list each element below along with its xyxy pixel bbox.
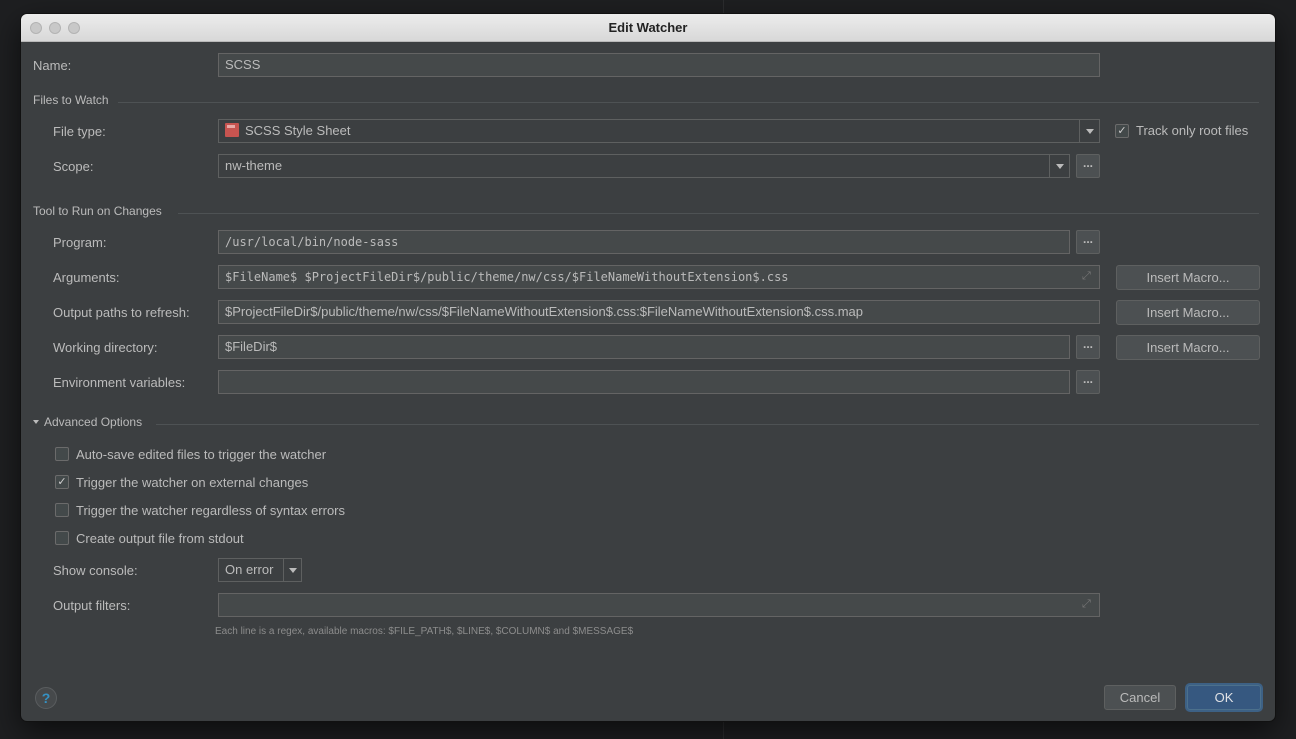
output-paths-insert-macro-button[interactable]: Insert Macro...	[1116, 300, 1260, 325]
file-type-label: File type:	[53, 124, 106, 139]
trigger-syntax-errors-checkbox[interactable]	[55, 503, 69, 517]
scope-select[interactable]: nw-theme	[218, 154, 1070, 178]
files-to-watch-section: Files to Watch	[33, 93, 109, 107]
chevron-down-icon	[1055, 163, 1064, 169]
advanced-separator	[156, 424, 1259, 425]
chevron-down-icon[interactable]	[33, 420, 39, 424]
edit-watcher-dialog: Edit Watcher Name: SCSS Files to Watch F…	[21, 14, 1275, 721]
env-vars-input[interactable]	[218, 370, 1070, 394]
show-console-select[interactable]: On error	[218, 558, 302, 582]
cancel-button[interactable]: Cancel	[1104, 685, 1176, 710]
chevron-down-icon	[288, 567, 297, 573]
name-input[interactable]: SCSS	[218, 53, 1100, 77]
auto-save-checkbox[interactable]	[55, 447, 69, 461]
output-paths-input[interactable]: $ProjectFileDir$/public/theme/nw/css/$Fi…	[218, 300, 1100, 324]
output-filters-input[interactable]	[218, 593, 1100, 617]
arguments-insert-macro-button[interactable]: Insert Macro...	[1116, 265, 1260, 290]
trigger-external-checkbox[interactable]: ✓	[55, 475, 69, 489]
trigger-syntax-errors-label: Trigger the watcher regardless of syntax…	[76, 503, 346, 518]
create-output-stdout-label: Create output file from stdout	[76, 531, 244, 546]
auto-save-label: Auto-save edited files to trigger the wa…	[76, 447, 327, 462]
tool-separator	[178, 213, 1259, 214]
working-dir-browse-button[interactable]: ...	[1076, 335, 1100, 359]
ok-button[interactable]: OK	[1187, 685, 1261, 710]
working-dir-input[interactable]: $FileDir$	[218, 335, 1070, 359]
scope-dropdown-arrow[interactable]	[1049, 155, 1069, 177]
working-dir-label: Working directory:	[53, 340, 158, 355]
tool-section: Tool to Run on Changes	[33, 204, 162, 218]
scope-browse-button[interactable]: ...	[1076, 154, 1100, 178]
output-filters-label: Output filters:	[53, 598, 131, 613]
trigger-external-label: Trigger the watcher on external changes	[76, 475, 309, 490]
program-browse-button[interactable]: ...	[1076, 230, 1100, 254]
expand-icon[interactable]: ⤢	[1082, 270, 1091, 283]
show-console-value: On error	[225, 562, 274, 577]
show-console-label: Show console:	[53, 563, 138, 578]
file-type-value: SCSS Style Sheet	[245, 123, 351, 138]
checkmark-icon: ✓	[1117, 125, 1127, 137]
file-type-dropdown-arrow[interactable]	[1079, 120, 1099, 142]
checkmark-icon: ✓	[57, 476, 67, 488]
output-paths-label: Output paths to refresh:	[53, 305, 190, 320]
output-filters-hint: Each line is a regex, available macros: …	[215, 626, 634, 637]
chevron-down-icon	[1085, 128, 1094, 134]
files-to-watch-separator	[118, 102, 1259, 103]
scss-file-icon	[225, 123, 239, 137]
advanced-options-toggle[interactable]: Advanced Options	[44, 415, 142, 429]
arguments-input[interactable]: $FileName$ $ProjectFileDir$/public/theme…	[218, 265, 1100, 289]
expand-icon[interactable]: ⤢	[1082, 598, 1091, 611]
env-vars-label: Environment variables:	[53, 375, 186, 390]
program-label: Program:	[53, 235, 107, 250]
track-only-root-label: Track only root files	[1136, 123, 1249, 138]
scope-label: Scope:	[53, 159, 94, 174]
name-label: Name:	[33, 58, 72, 73]
env-vars-browse-button[interactable]: ...	[1076, 370, 1100, 394]
show-console-dropdown-arrow[interactable]	[283, 559, 301, 581]
working-dir-insert-macro-button[interactable]: Insert Macro...	[1116, 335, 1260, 360]
window-title: Edit Watcher	[608, 20, 688, 35]
program-input[interactable]: /usr/local/bin/node-sass	[218, 230, 1070, 254]
create-output-stdout-checkbox[interactable]	[55, 531, 69, 545]
help-icon[interactable]: ?	[35, 687, 57, 709]
arguments-label: Arguments:	[53, 270, 120, 285]
scope-value: nw-theme	[225, 158, 283, 173]
title-bar: Edit Watcher	[21, 14, 1275, 42]
file-type-select[interactable]: SCSS Style Sheet	[218, 119, 1100, 143]
track-only-root-checkbox[interactable]: ✓	[1115, 124, 1129, 138]
